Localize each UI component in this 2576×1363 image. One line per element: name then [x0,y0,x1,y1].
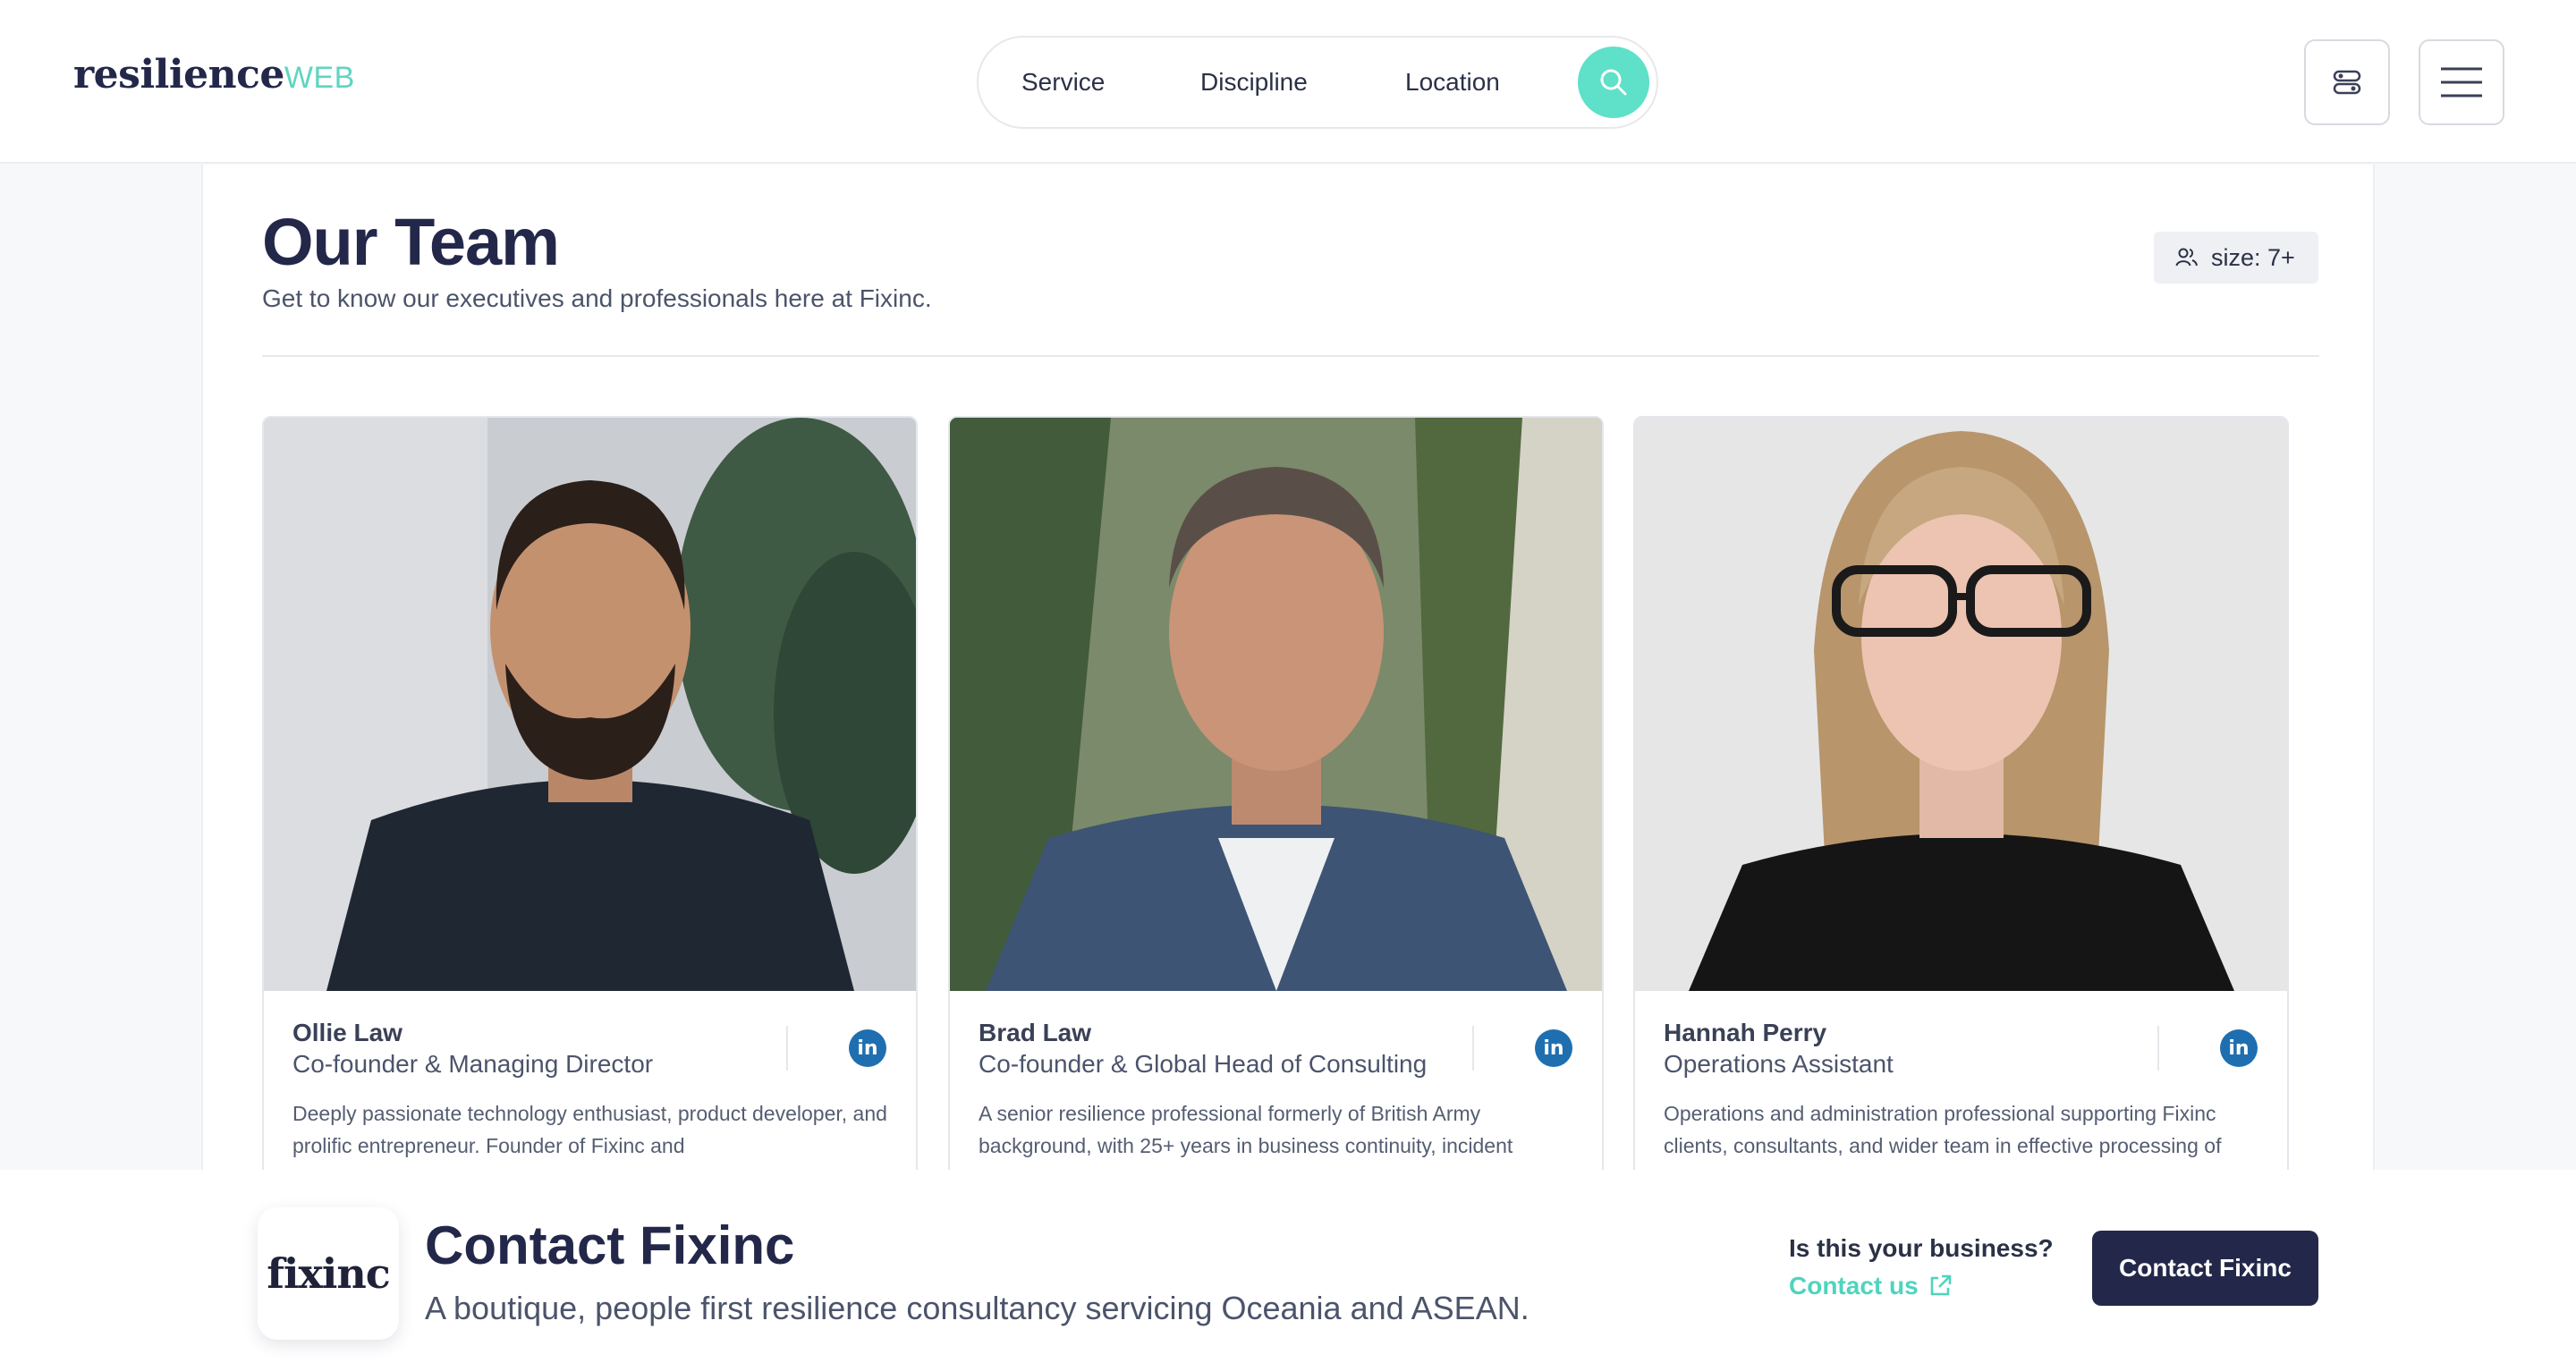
service-filter[interactable]: Service [1021,68,1105,97]
location-filter[interactable]: Location [1405,68,1500,97]
team-section: Our Team Get to know our executives and … [201,165,2375,1221]
discipline-filter[interactable]: Discipline [1200,68,1308,97]
contact-subtitle: A boutique, people first resilience cons… [425,1290,1530,1326]
member-photo [950,418,1602,991]
member-photo [1635,418,2287,991]
top-navigation-bar: resilienceWEB Service Discipline Locatio… [0,0,2576,164]
contact-business-button[interactable]: Contact Fixinc [2092,1231,2318,1306]
toggles-icon [2333,70,2361,95]
page-subtitle: Get to know our executives and professio… [262,284,932,312]
member-role: Co-founder & Managing Director [292,1050,654,1078]
team-size-badge: size: 7+ [2154,232,2318,284]
member-name: Ollie Law [292,1019,402,1046]
member-role: Co-founder & Global Head of Consulting [979,1050,1428,1078]
contact-us-label: Contact us [1789,1272,1919,1300]
card-divider [786,1026,788,1071]
contact-bar: fixinc Contact Fixinc A boutique, people… [0,1170,2576,1363]
member-photo [264,418,916,991]
search-button[interactable] [1578,47,1649,118]
contact-us-link[interactable]: Contact us [1789,1272,1953,1300]
external-link-icon [1930,1274,1951,1296]
linkedin-icon[interactable]: in [849,1029,886,1067]
page-title: Our Team [262,205,560,279]
filter-button[interactable] [2304,39,2390,125]
member-bio: Deeply passionate technology enthusiast,… [292,1102,887,1157]
claim-business-question: Is this your business? [1789,1234,2054,1262]
member-bio: A senior resilience professional formerl… [979,1102,1513,1157]
member-name: Hannah Perry [1664,1019,1827,1046]
team-member-card[interactable]: Hannah Perry Operations Assistant in Ope… [1633,416,2289,1221]
linkedin-icon[interactable]: in [2220,1029,2258,1067]
section-divider [262,355,2319,357]
menu-button[interactable] [2419,39,2504,125]
logo-accent: WEB [284,61,355,95]
hamburger-icon [2441,67,2482,97]
search-bar: Service Discipline Location [977,36,1658,129]
team-size-label: size: 7+ [2211,243,2295,271]
member-bio: Operations and administration profession… [1664,1102,2222,1157]
team-member-card[interactable]: Ollie Law Co-founder & Managing Director… [262,416,918,1221]
logo-wordmark: resilience [73,52,284,97]
member-name: Brad Law [979,1019,1092,1046]
card-divider [2157,1026,2159,1071]
users-icon [2175,248,2198,267]
team-member-card[interactable]: Brad Law Co-founder & Global Head of Con… [948,416,1604,1221]
search-icon [1600,69,1627,96]
site-logo[interactable]: resilienceWEB [73,52,355,97]
card-divider [1472,1026,1474,1071]
linkedin-icon[interactable]: in [1535,1029,1572,1067]
business-logo: fixinc [258,1207,399,1340]
member-role: Operations Assistant [1664,1050,1894,1078]
contact-title: Contact Fixinc [425,1215,795,1275]
